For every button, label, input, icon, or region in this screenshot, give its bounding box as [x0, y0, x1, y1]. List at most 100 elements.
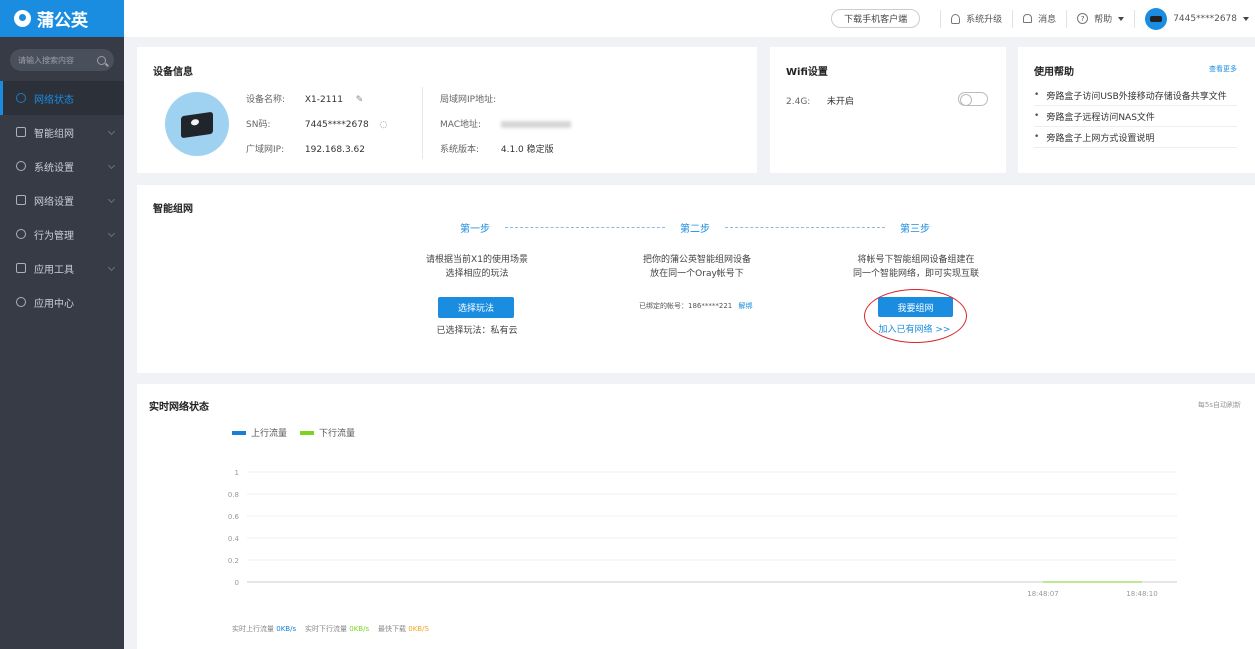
step-2-desc-line: 把你的蒲公英智能组网设备 [642, 255, 751, 265]
search-icon[interactable] [97, 55, 106, 65]
device-name-row: 设备名称: X1-2111 ✎ [246, 92, 363, 105]
wifi-toggle[interactable] [958, 92, 988, 106]
network-settings-icon [16, 195, 26, 205]
chevron-down-icon [107, 263, 116, 272]
stat-down-label: 实时下行流量 [305, 625, 347, 633]
step-connector [725, 227, 885, 228]
version-label: 系统版本: [440, 145, 480, 155]
see-more-link[interactable]: 查看更多 [1209, 64, 1237, 74]
sidebar-item-label: 行为管理 [34, 230, 74, 242]
refresh-note: 每5s自动刷新 [1197, 401, 1241, 409]
sidebar-item-smart-network[interactable]: 智能组网 [0, 115, 124, 149]
upgrade-button[interactable]: 系统升级 [951, 12, 1002, 25]
step-1-label: 第一步 [460, 224, 490, 235]
edit-icon[interactable]: ✎ [356, 95, 364, 105]
unbind-link[interactable]: 解绑 [738, 302, 752, 310]
choose-mode-button[interactable]: 选择玩法 [438, 297, 514, 318]
messages-button[interactable]: 消息 [1023, 12, 1056, 25]
version-value: 4.1.0 稳定版 [500, 145, 554, 155]
divider [1134, 9, 1136, 28]
user-name: 7445****2678 [1173, 13, 1237, 24]
chevron-down-icon [107, 127, 116, 136]
sn-value: 7445****2678 [304, 120, 369, 130]
upgrade-icon [951, 13, 961, 24]
sidebar-item-system-settings[interactable]: 系统设置 [0, 149, 124, 183]
smart-network-card: 智能组网 第一步 第二步 第三步 请根据当前X1的使用场景 选择相应的玩法 选择… [137, 185, 1255, 373]
traffic-stats: 实时上行流量 0KB/s 实时下行流量 0KB/s 最快下载 0KB/S [232, 624, 429, 634]
sidebar-item-behavior[interactable]: 行为管理 [0, 217, 124, 251]
logo[interactable]: 蒲公英 [0, 0, 124, 37]
legend-swatch-up [232, 430, 246, 435]
tools-icon [16, 263, 26, 273]
device-name-value: X1-2111 [304, 95, 343, 105]
sidebar-item-network-status[interactable]: 网络状态 [0, 81, 124, 115]
wifi-card: Wifi设置 2.4G: 未开启 [770, 47, 1006, 173]
messages-label: 消息 [1038, 15, 1057, 25]
mac-value-blurred [500, 121, 571, 128]
step-1-desc-line: 选择相应的玩法 [445, 269, 509, 279]
smart-network-icon [16, 127, 26, 137]
y-tick-label: 0.6 [228, 513, 240, 521]
step-3-desc-line: 将帐号下智能组网设备组建在 [857, 255, 975, 265]
y-tick-label: 0.8 [228, 491, 239, 499]
bound-account-text: 已绑定的帐号：186*****221 [639, 302, 733, 310]
sn-row: SN码: 7445****2678 ◌ [246, 117, 387, 130]
behavior-icon [16, 229, 26, 239]
help-menu[interactable]: ? 帮助 [1077, 12, 1125, 25]
chevron-down-icon [107, 161, 116, 170]
sidebar-nav: 网络状态 智能组网 系统设置 网络设置 行为管理 应用工具 应用中心 [0, 81, 124, 319]
sidebar-item-label: 应用中心 [34, 298, 74, 310]
sidebar-item-app-center[interactable]: 应用中心 [0, 285, 124, 319]
user-menu[interactable]: 7445****2678 [1145, 7, 1249, 30]
help-list: 旁路盒子访问USB外接移动存储设备共享文件 旁路盒子远程访问NAS文件 旁路盒子… [1034, 85, 1237, 148]
help-icon: ? [1077, 13, 1089, 24]
y-tick-label: 0 [235, 579, 239, 587]
caret-down-icon [1118, 16, 1125, 21]
device-name-label: 设备名称: [246, 95, 286, 105]
dandelion-logo-icon [14, 10, 31, 27]
chevron-down-icon [107, 229, 116, 238]
mac-row: MAC地址: [440, 117, 571, 130]
help-label: 帮助 [1094, 15, 1113, 25]
network-status-icon [16, 93, 26, 103]
traffic-chart: 1 0.8 0.6 0.4 0.2 0 18:48:07 18:48:10 [228, 469, 1177, 598]
legend-swatch-down [300, 430, 314, 435]
y-tick-label: 1 [235, 469, 239, 477]
sidebar-item-tools[interactable]: 应用工具 [0, 251, 124, 285]
lan-label: 局域网IP地址: [440, 95, 497, 105]
step-2-label: 第二步 [680, 224, 710, 235]
search-input[interactable]: 请输入搜索内容 [18, 55, 74, 66]
eye-hidden-icon[interactable]: ◌ [380, 120, 388, 130]
chevron-down-icon [107, 195, 116, 204]
step-1-desc-line: 请根据当前X1的使用场景 [426, 255, 528, 265]
sidebar-item-network-settings[interactable]: 网络设置 [0, 183, 124, 217]
sidebar-search[interactable]: 请输入搜索内容 [10, 49, 114, 71]
lan-row: 局域网IP地址: [440, 92, 498, 105]
help-link[interactable]: 旁路盒子上网方式设置说明 [1034, 127, 1237, 148]
legend-down: 下行流量 [300, 426, 355, 439]
device-image [165, 92, 229, 156]
sidebar-item-label: 智能组网 [34, 128, 74, 140]
divider [940, 9, 942, 28]
step-2-desc-line: 放在同一个Oray帐号下 [650, 269, 744, 279]
legend-up-label: 上行流量 [251, 429, 288, 439]
wan-value: 192.168.3.62 [304, 145, 365, 155]
card-title: 智能组网 [153, 204, 193, 215]
card-title: 实时网络状态 [149, 402, 209, 413]
help-link[interactable]: 旁路盒子远程访问NAS文件 [1034, 106, 1237, 127]
band-value: 未开启 [826, 97, 854, 107]
help-link[interactable]: 旁路盒子访问USB外接移动存储设备共享文件 [1034, 85, 1237, 106]
sidebar-item-label: 系统设置 [34, 162, 74, 174]
stat-up-value: 0KB/s [276, 625, 297, 633]
card-title: 使用帮助 [1034, 67, 1074, 78]
legend-up: 上行流量 [232, 426, 287, 439]
x-tick-label: 18:48:07 [1027, 590, 1058, 598]
caret-down-icon [1243, 16, 1249, 21]
stat-max-value: 0KB/S [408, 625, 429, 633]
card-title: Wifi设置 [786, 67, 828, 78]
sn-label: SN码: [246, 120, 271, 130]
step-1-description: 请根据当前X1的使用场景 选择相应的玩法 [392, 253, 562, 281]
download-app-button[interactable]: 下载手机客户端 [831, 9, 921, 28]
version-row: 系统版本: 4.1.0 稳定版 [440, 142, 554, 155]
sidebar-item-label: 网络设置 [34, 196, 74, 208]
